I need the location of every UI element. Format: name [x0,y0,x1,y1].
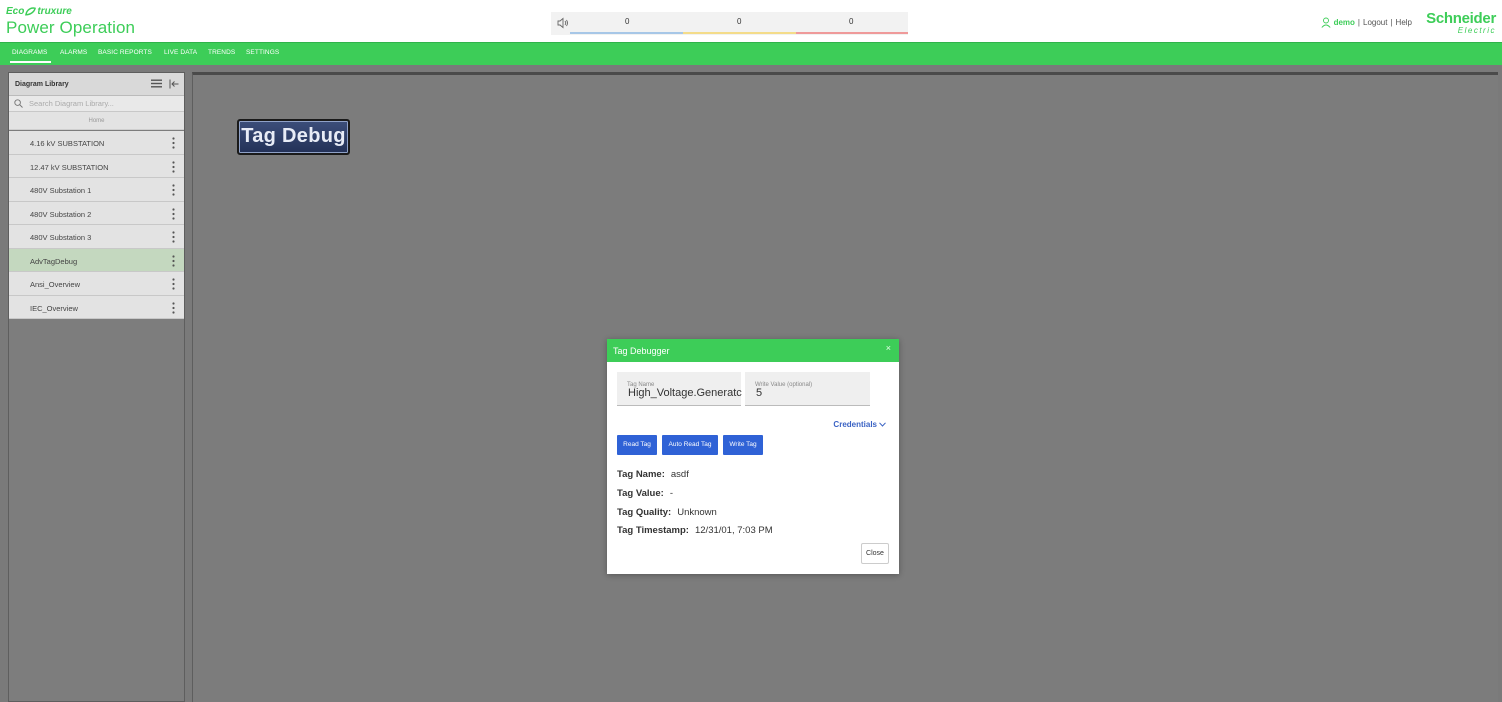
diagram-item-4-16kv-substation[interactable]: 4.16 kV SUBSTATION [9,131,184,155]
diagram-item-label: 480V Substation 1 [30,186,92,195]
tag-debugger-dialog: Tag Debugger × Tag Name High_Voltage.Gen… [607,339,899,574]
hamburger-menu-icon[interactable] [151,79,162,88]
tag-name-info: Tag Name: asdf [617,469,689,480]
diagram-library-header: Diagram Library [9,73,184,96]
auto-read-tag-button[interactable]: Auto Read Tag [662,435,718,455]
tag-name-input[interactable]: High_Voltage.Generatc [628,387,743,399]
ecostruxure-logo: Eco truxure [6,5,72,17]
alarm-high-indicator [796,32,908,34]
app-title: Power Operation [6,18,136,37]
schneider-electric-logo: Schneider Electric [1426,10,1496,35]
nav-settings[interactable]: SETTINGS [246,49,279,56]
search-icon [14,99,23,108]
diagram-library-panel: Diagram Library Home 4.16 kV SUBSTATION … [8,72,185,702]
kebab-menu-icon[interactable] [172,137,175,149]
alarm-low-indicator [570,32,683,34]
help-link[interactable]: Help [1396,18,1412,27]
main-nav: DIAGRAMS ALARMS BASIC REPORTS LIVE DATA … [0,42,1502,65]
diagram-item-480v-substation-1[interactable]: 480V Substation 1 [9,178,184,202]
diagram-item-12-47kv-substation[interactable]: 12.47 kV SUBSTATION [9,154,184,178]
diagram-item-label: AdvTagDebug [30,256,78,266]
dialog-title: Tag Debugger [613,346,670,356]
tag-name-field[interactable]: Tag Name High_Voltage.Generatc [617,372,743,406]
user-icon [1321,17,1331,28]
speaker-icon[interactable] [557,17,569,29]
read-tag-button[interactable]: Read Tag [617,435,657,455]
diagram-item-label: IEC_Overview [30,303,78,313]
brand: Eco truxure Power Operation [6,5,135,38]
alarm-count-high[interactable]: 0 [849,17,853,26]
diagram-item-ansi-overview[interactable]: Ansi_Overview [9,272,184,296]
diagram-item-480v-substation-3[interactable]: 480V Substation 3 [9,225,184,249]
close-icon[interactable]: × [886,343,891,353]
tag-value-info: Tag Value: - [617,488,673,499]
logout-link[interactable]: Logout [1363,18,1387,27]
write-value-field[interactable]: Write Value (optional) 5 [745,372,870,406]
diagram-item-label: 480V Substation 3 [30,233,92,242]
nav-live-data[interactable]: LIVE DATA [164,49,197,56]
tag-quality-info: Tag Quality: Unknown [617,507,717,518]
write-tag-button[interactable]: Write Tag [723,435,763,455]
nav-diagrams[interactable]: DIAGRAMS [9,49,53,63]
dialog-header: Tag Debugger × [607,339,899,362]
user-name[interactable]: demo [1334,18,1355,27]
diagram-search-input[interactable] [29,97,179,110]
home-breadcrumb[interactable]: Home [9,112,184,130]
kebab-menu-icon[interactable] [172,184,175,196]
kebab-menu-icon[interactable] [172,301,175,314]
diagram-search-box [9,96,184,112]
diagram-item-480v-substation-2[interactable]: 480V Substation 2 [9,201,184,225]
kebab-menu-icon[interactable] [172,278,175,290]
diagram-item-label: 4.16 kV SUBSTATION [30,139,105,148]
credentials-label: Credentials [833,420,877,429]
leaf-icon [25,6,37,15]
diagram-item-iec-overview[interactable]: IEC_Overview [9,295,184,319]
user-area: demo | Logout | Help [1321,17,1412,28]
collapse-panel-icon[interactable] [169,79,179,89]
write-value-input[interactable]: 5 [756,387,871,399]
diagram-item-advtagdebug[interactable]: AdvTagDebug [9,248,184,272]
tag-timestamp-info: Tag Timestamp: 12/31/01, 7:03 PM [617,525,773,536]
alarm-medium-indicator [683,32,796,34]
diagram-item-label: 12.47 kV SUBSTATION [30,162,109,172]
diagram-item-label: 480V Substation 2 [30,209,92,219]
kebab-menu-icon[interactable] [172,207,175,220]
alarm-count-medium[interactable]: 0 [737,17,741,26]
credentials-toggle[interactable]: Credentials [833,420,886,429]
close-button[interactable]: Close [861,543,889,564]
nav-alarms[interactable]: ALARMS [60,49,87,56]
alarm-summary-bar[interactable]: 0 0 0 [551,12,908,35]
app-header: Eco truxure Power Operation 0 0 0 demo |… [0,0,1502,42]
nav-trends[interactable]: TRENDS [208,49,235,56]
kebab-menu-icon[interactable] [172,231,175,243]
tag-debug-button[interactable]: Tag Debug [237,119,350,155]
chevron-down-icon [879,422,886,427]
diagram-item-label: Ansi_Overview [30,280,81,289]
kebab-menu-icon[interactable] [172,160,175,173]
diagram-library-title: Diagram Library [15,81,69,88]
kebab-menu-icon[interactable] [172,254,175,267]
diagram-list: 4.16 kV SUBSTATION 12.47 kV SUBSTATION 4… [9,131,184,319]
nav-basic-reports[interactable]: BASIC REPORTS [98,49,152,56]
alarm-count-low[interactable]: 0 [625,17,629,26]
